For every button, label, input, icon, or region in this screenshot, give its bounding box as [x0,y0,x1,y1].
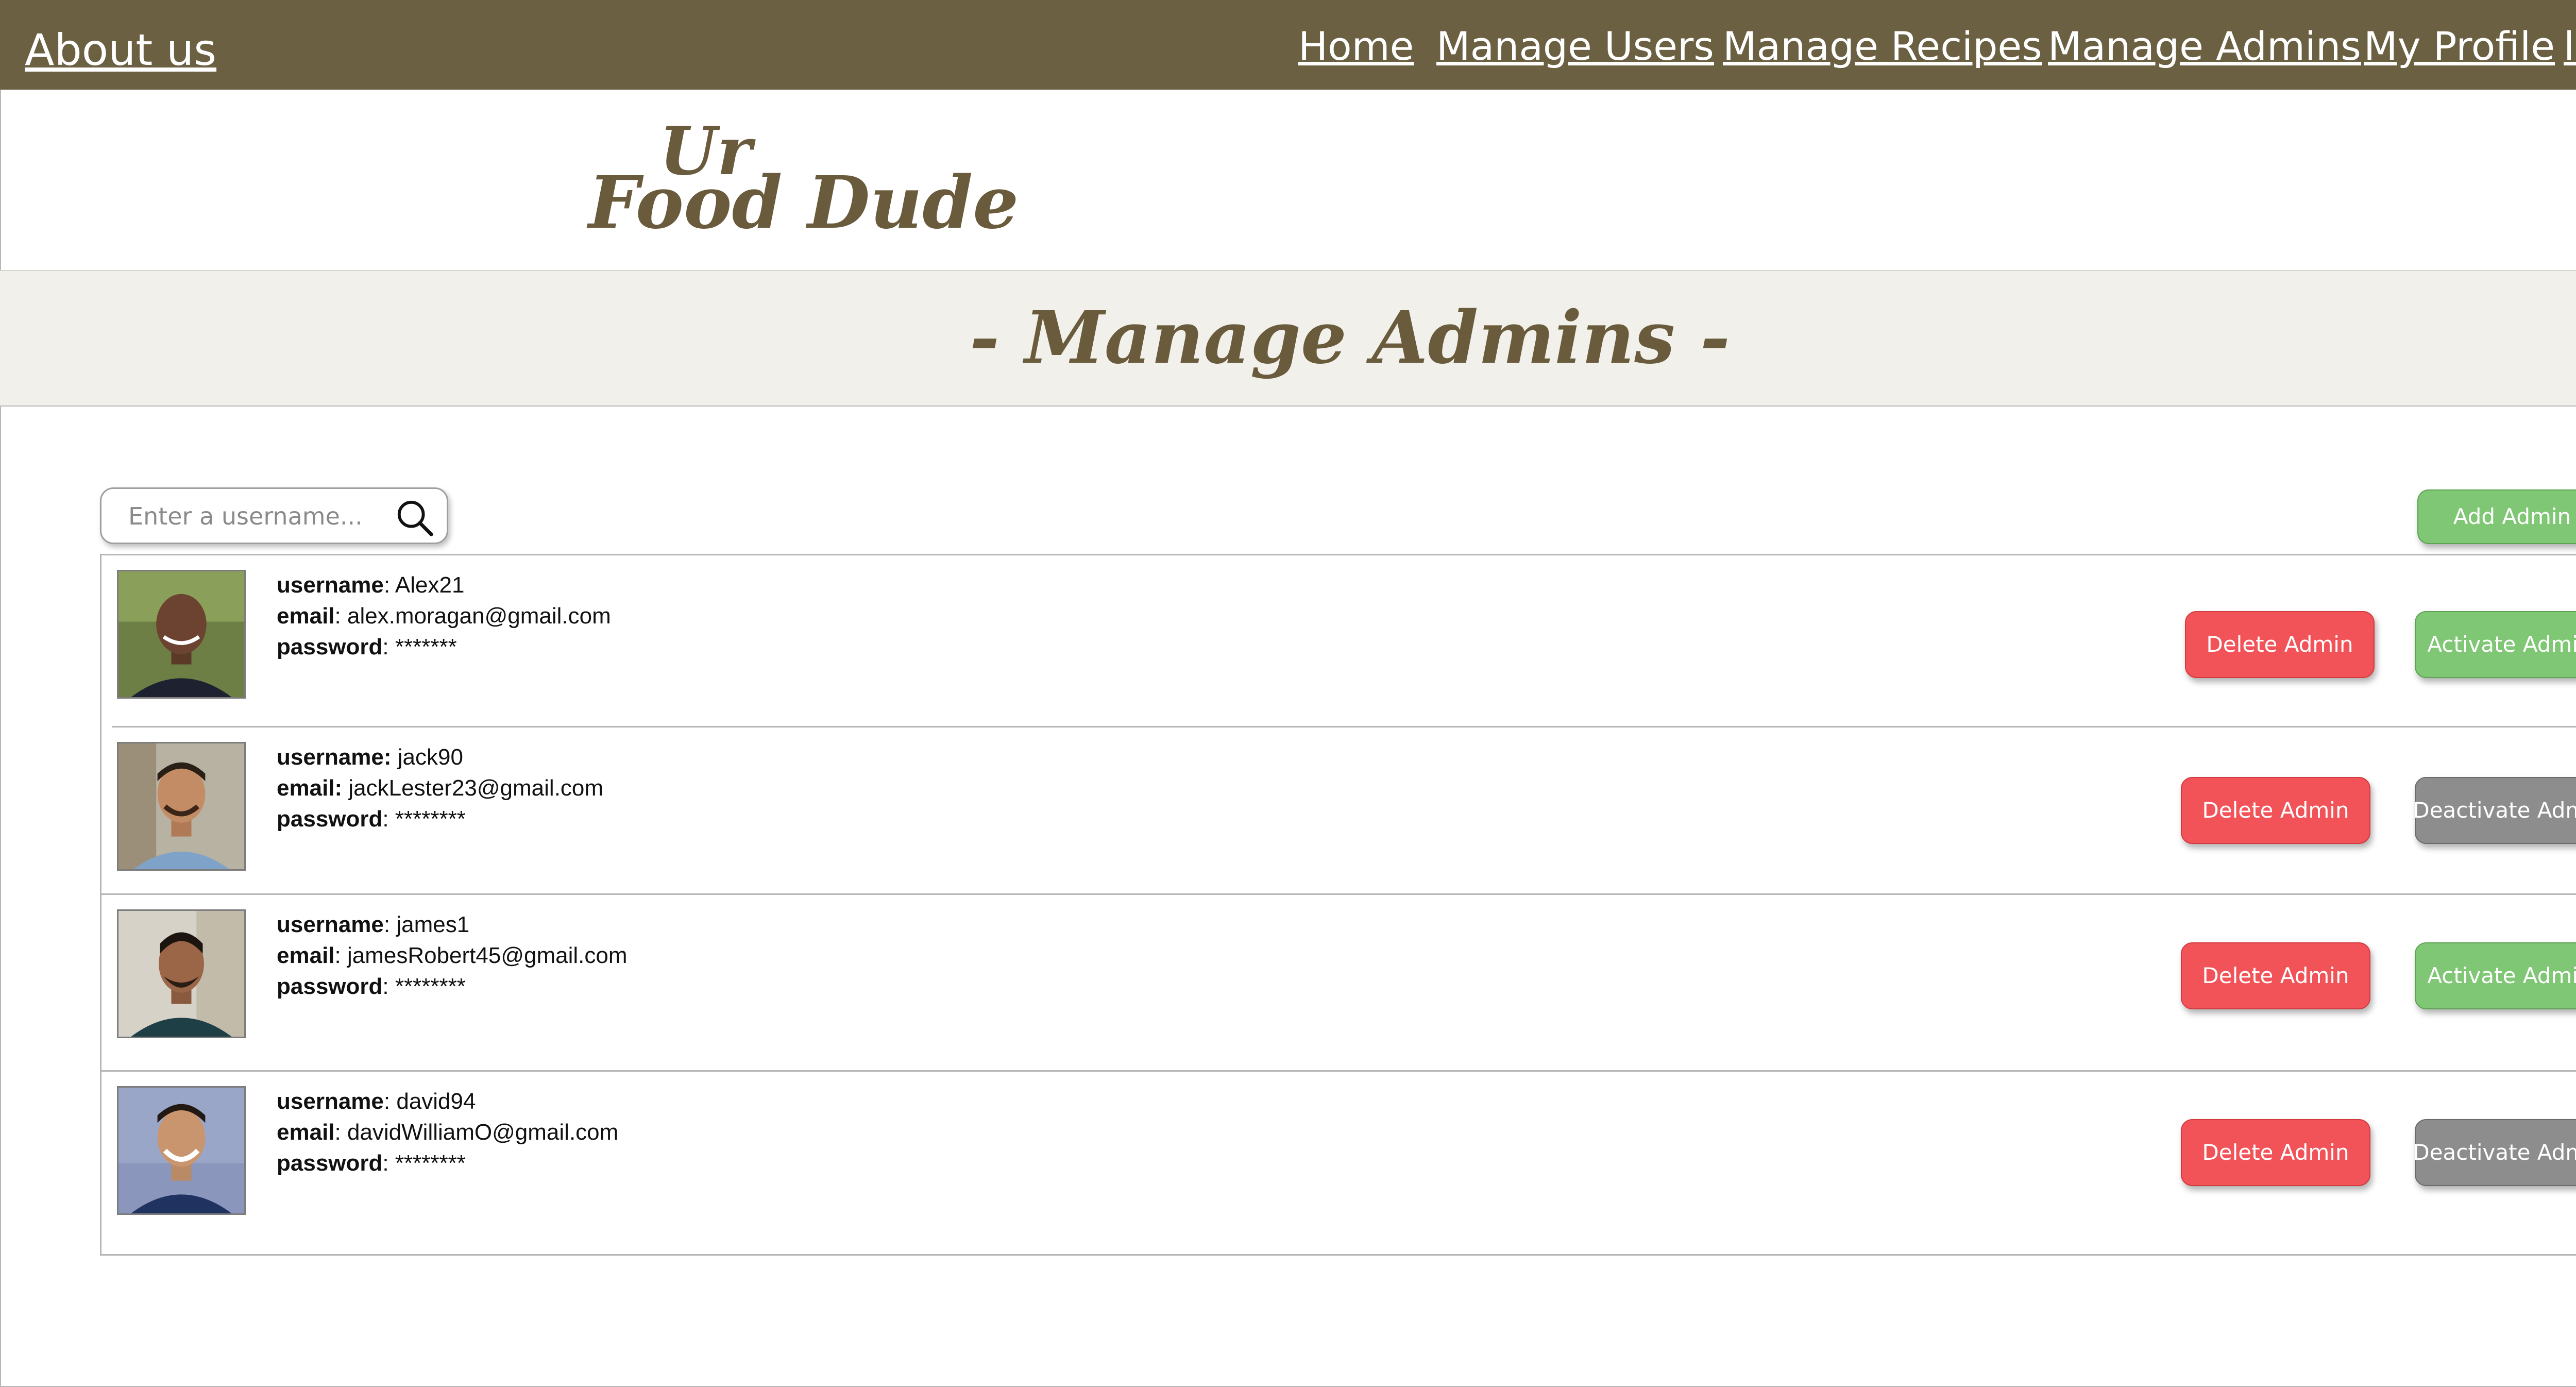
email-line: email: davidWilliamO@gmail.com [277,1120,619,1145]
delete-admin-button[interactable]: Delete Admin [2181,942,2370,1009]
admin-info: username: Alex21 email: alex.moragan@gma… [277,570,611,663]
username-label: username [277,912,384,937]
top-nav-bar: About us Home Manage Users Manage Recipe… [0,0,2576,90]
password-line: password: ******** [277,974,466,999]
password-value: ******** [395,1151,466,1176]
password-label: password [277,974,383,999]
email-line: email: jackLester23@gmail.com [277,775,604,801]
nav-manage-users-link[interactable]: Manage Users [1436,23,1714,70]
password-line: password: ******* [277,634,457,659]
nav-about-link[interactable]: About us [25,27,216,73]
email-line: email: alex.moragan@gmail.com [277,603,611,629]
nav-my-profile-link[interactable]: My Profile [2364,23,2555,70]
admin-info: username: david94 email: davidWilliamO@g… [277,1086,618,1179]
admin-row: username: james1 email: jamesRobert45@gm… [101,895,2576,1070]
password-value: ******** [395,806,466,832]
admin-info: username: jack90 email: jackLester23@gma… [277,742,603,835]
email-value: alex.moragan@gmail.com [347,603,611,629]
username-value: jack90 [397,745,463,770]
password-label: password [277,634,383,659]
email-value: davidWilliamO@gmail.com [347,1120,619,1145]
password-value: ******** [395,974,466,999]
deactivate-admin-button[interactable]: Deactivate Admin [2413,1119,2576,1186]
admin-list: username: Alex21 email: alex.moragan@gma… [100,554,2576,1256]
username-label: username [277,572,384,598]
password-value: ******* [395,634,457,659]
delete-admin-button[interactable]: Delete Admin [2185,611,2375,678]
activate-admin-button[interactable]: Activate Admin [2415,942,2576,1009]
username-value: james1 [396,912,470,937]
admin-row: username: Alex21 email: alex.moragan@gma… [101,555,2576,726]
admin-info: username: james1 email: jamesRobert45@gm… [277,909,628,1002]
email-line: email: jamesRobert45@gmail.com [277,943,628,968]
nav-home-link[interactable]: Home [1298,23,1414,70]
email-label: email [277,775,335,801]
search-box [100,487,448,544]
avatar [117,570,246,699]
page-title: - Manage Admins - [969,296,1730,380]
deactivate-admin-button[interactable]: Deactivate Admin [2413,777,2576,844]
add-admin-button[interactable]: Add Admin [2417,489,2576,544]
email-label: email [277,1120,335,1145]
username-value: david94 [396,1089,476,1114]
logo-band: Ur Food Dude [0,90,2576,271]
avatar [117,909,246,1038]
delete-admin-button[interactable]: Delete Admin [2181,777,2370,844]
username-label: username [277,745,384,770]
username-line: username: Alex21 [277,572,465,598]
activate-admin-button[interactable]: Activate Admin [2415,611,2576,678]
password-line: password: ******** [277,806,466,832]
email-label: email [277,943,335,968]
search-icon[interactable] [395,498,435,538]
username-line: username: james1 [277,912,470,937]
logo-line-2: Food Dude [588,161,1019,245]
username-line: username: david94 [277,1089,476,1114]
nav-manage-admins-link[interactable]: Manage Admins [2048,23,2361,70]
search-input[interactable] [128,499,376,533]
email-value: jackLester23@gmail.com [348,775,604,801]
avatar [117,1086,246,1215]
email-label: email [277,603,335,629]
avatar [117,742,246,871]
email-value: jamesRobert45@gmail.com [347,943,628,968]
nav-manage-recipes-link[interactable]: Manage Recipes [1723,23,2042,70]
password-label: password [277,1151,383,1176]
admin-row: username: david94 email: davidWilliamO@g… [101,1072,2576,1254]
password-label: password [277,806,383,832]
username-value: Alex21 [395,572,465,598]
admin-row: username: jack90 email: jackLester23@gma… [101,728,2576,893]
username-line: username: jack90 [277,745,463,770]
nav-logout-link[interactable]: log out [2564,23,2576,70]
username-label: username [277,1089,384,1114]
page-title-band: - Manage Admins - [0,270,2576,407]
password-line: password: ******** [277,1151,466,1176]
delete-admin-button[interactable]: Delete Admin [2181,1119,2370,1186]
